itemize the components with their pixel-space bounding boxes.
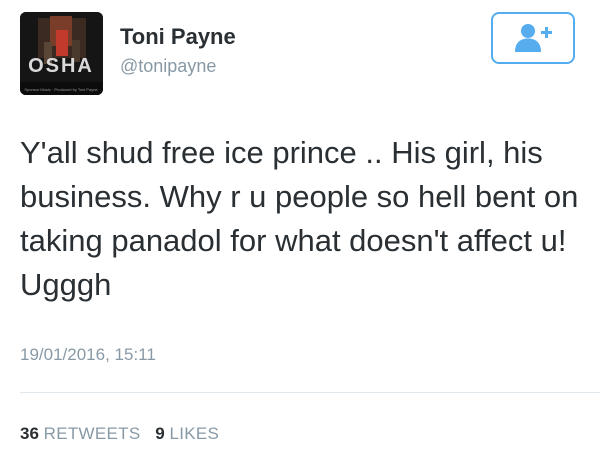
add-user-icon [515,24,552,52]
tweet-text: Y'all shud free ice prince .. His girl, … [20,135,579,302]
avatar-image: OSHA Sponsor Music · Produced by Toni Pa… [20,12,103,95]
likes-label: LIKES [169,424,220,443]
avatar-logo-text: OSHA [28,55,94,77]
user-handle[interactable]: @tonipayne [120,57,216,75]
likes-stat[interactable]: 9 LIKES [155,424,219,443]
avatar[interactable]: OSHA Sponsor Music · Produced by Toni Pa… [20,12,103,95]
retweets-label: RETWEETS [43,424,141,443]
avatar-caption: Sponsor Music · Produced by Toni Payne [24,87,98,92]
retweets-stat[interactable]: 36 RETWEETS [20,424,145,443]
follow-button[interactable] [491,12,575,64]
tweet-stats: 36 RETWEETS 9 LIKES [20,425,229,442]
user-display-name[interactable]: Toni Payne [120,26,236,48]
tweet-timestamp[interactable]: 19/01/2016, 15:11 [20,346,156,363]
stats-divider [20,392,600,393]
retweets-count: 36 [20,424,39,443]
likes-count: 9 [155,424,165,443]
